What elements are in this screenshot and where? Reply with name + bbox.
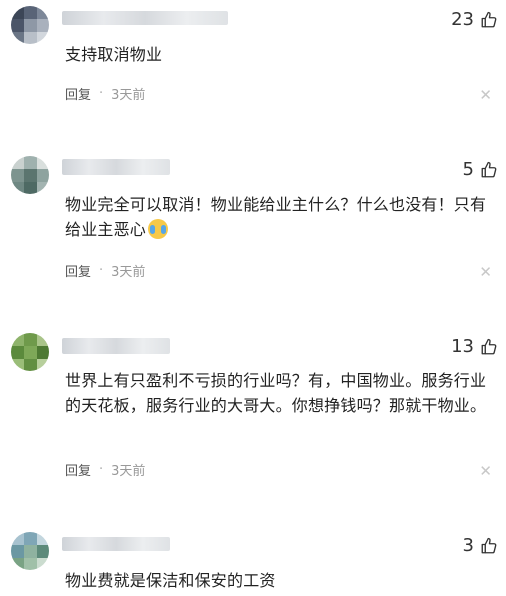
close-icon[interactable]: ✕: [479, 464, 492, 479]
comment-meta: 回复 · 3天前: [65, 84, 145, 103]
separator-dot: ·: [99, 86, 104, 101]
like-button[interactable]: 3: [463, 535, 498, 556]
comment-item: 3 物业费就是保洁和保安的工资: [0, 528, 506, 596]
comment-text: 支持取消物业: [65, 45, 163, 64]
separator-dot: ·: [99, 462, 104, 477]
username-blurred[interactable]: [62, 159, 170, 175]
like-button[interactable]: 5: [463, 159, 498, 180]
comment-text-body: 物业完全可以取消！物业能给业主什么？什么也没有！只有给业主恶心: [65, 195, 487, 239]
like-count: 3: [462, 535, 474, 556]
comment-time: 3天前: [111, 464, 146, 479]
comment-item: 13 世界上有只盈利不亏损的行业吗？有，中国物业。服务行业的天花板，服务行业的大…: [0, 330, 506, 500]
username-blurred[interactable]: [62, 338, 170, 354]
close-icon[interactable]: ✕: [479, 265, 492, 280]
reply-button[interactable]: 回复: [65, 460, 91, 479]
thumbs-up-icon: [481, 161, 497, 177]
comment-text: 物业费就是保洁和保安的工资: [65, 571, 276, 590]
username-blurred[interactable]: [62, 537, 170, 551]
comment-meta: 回复 · 3天前: [65, 460, 145, 479]
like-count: 13: [451, 336, 474, 357]
comment-time: 3天前: [111, 88, 146, 103]
separator-dot: ·: [99, 263, 104, 278]
comment-meta: 回复 · 3天前: [65, 261, 145, 280]
like-button[interactable]: 23: [451, 9, 498, 30]
avatar[interactable]: [11, 156, 49, 194]
thumbs-up-icon: [481, 11, 497, 27]
avatar[interactable]: [11, 6, 49, 44]
comment-text: 物业完全可以取消！物业能给业主什么？什么也没有！只有给业主恶心: [65, 192, 501, 242]
reply-button[interactable]: 回复: [65, 84, 91, 103]
thumbs-up-icon: [481, 338, 497, 354]
close-icon[interactable]: ✕: [479, 88, 492, 103]
comment-text: 世界上有只盈利不亏损的行业吗？有，中国物业。服务行业的天花板，服务行业的大哥大。…: [65, 371, 487, 415]
username-blurred[interactable]: [62, 11, 228, 25]
comment-item: 23 支持取消物业 回复 · 3天前 ✕: [0, 0, 506, 120]
avatar[interactable]: [11, 532, 49, 570]
crying-laughing-emoji: [148, 219, 169, 239]
like-count: 23: [451, 9, 474, 30]
reply-button[interactable]: 回复: [65, 261, 91, 280]
like-count: 5: [462, 159, 474, 180]
comment-item: 5 物业完全可以取消！物业能给业主什么？什么也没有！只有给业主恶心 回复 · 3…: [0, 150, 506, 310]
like-button[interactable]: 13: [451, 336, 498, 357]
avatar[interactable]: [11, 333, 49, 371]
comment-time: 3天前: [111, 265, 146, 280]
thumbs-up-icon: [481, 537, 497, 553]
